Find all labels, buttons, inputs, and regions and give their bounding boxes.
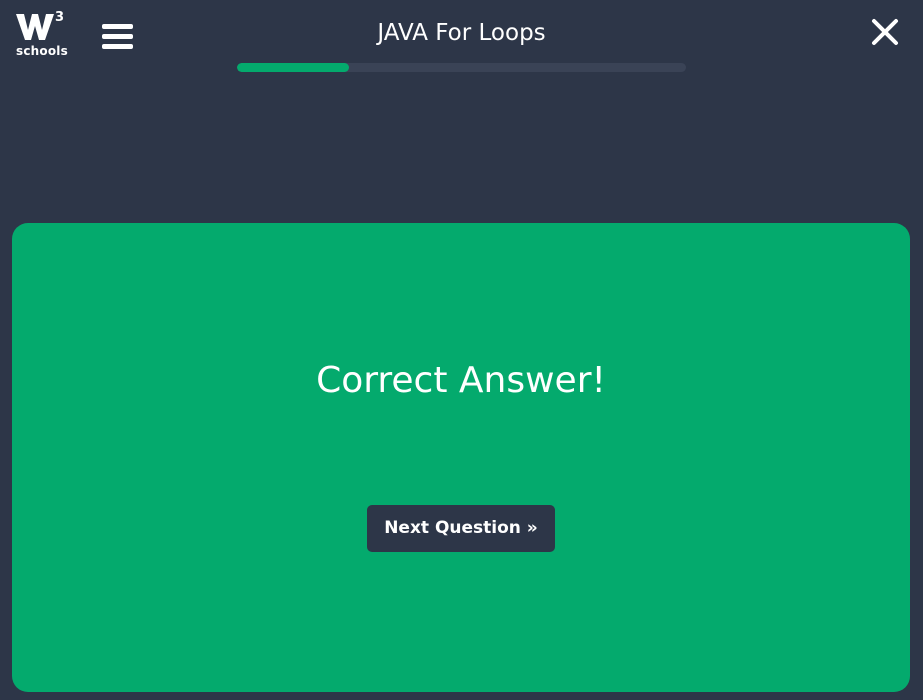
quiz-title: JAVA For Loops	[377, 20, 546, 46]
result-message: Correct Answer!	[316, 360, 606, 401]
quiz-progress-bar	[237, 63, 686, 72]
next-question-button[interactable]: Next Question »	[367, 505, 555, 552]
quiz-progress-fill	[237, 63, 350, 72]
quiz-page: 3 schools JAVA For Loops Correct Answer!…	[0, 0, 923, 700]
result-card: Correct Answer! Next Question »	[12, 223, 910, 692]
close-icon[interactable]	[869, 16, 901, 48]
close-x-glyph	[872, 19, 898, 45]
